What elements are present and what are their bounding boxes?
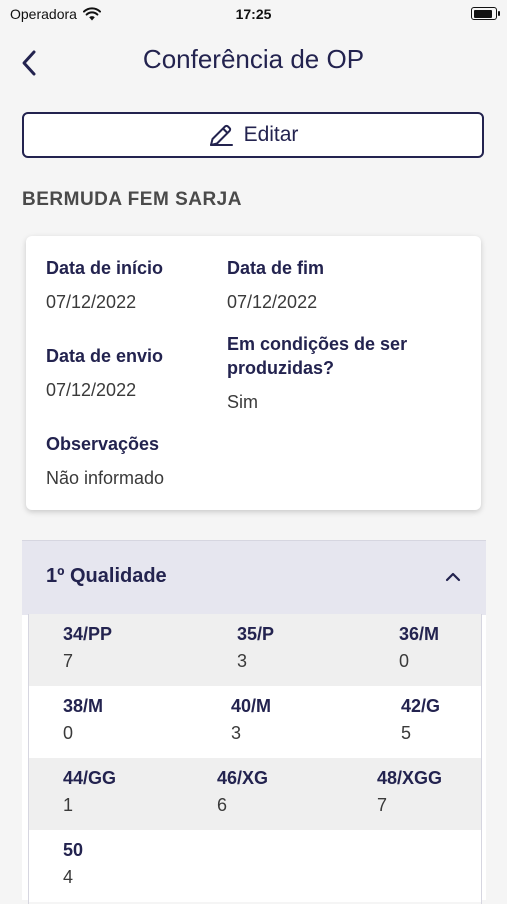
size-cell: 48/XGG 7 bbox=[377, 766, 442, 818]
size-quantity: 1 bbox=[63, 795, 74, 815]
size-label: 42/G bbox=[401, 696, 441, 716]
start-date-value: 07/12/2022 bbox=[46, 292, 137, 312]
size-label: 44/GG bbox=[63, 768, 117, 788]
size-label: 34/PP bbox=[63, 624, 113, 644]
size-quantity: 0 bbox=[63, 723, 74, 743]
product-name: BERMUDA FEM SARJA bbox=[22, 189, 242, 210]
battery-icon bbox=[471, 7, 500, 20]
quality-accordion: 1º Qualidade 34/PP 7 35/P 3 36/M 0 38/M 0 40/M 3 4… bbox=[22, 540, 486, 904]
size-label: 48/XGG bbox=[377, 768, 443, 788]
size-cell: 38/M 0 bbox=[63, 694, 103, 746]
navigation-bar: Conferência de OP bbox=[0, 40, 507, 82]
battery-level bbox=[473, 9, 492, 18]
end-date-label: Data de fim bbox=[227, 258, 325, 278]
size-row: 38/M 0 40/M 3 42/G 5 bbox=[29, 686, 481, 758]
quality-title: 1º Qualidade bbox=[46, 565, 167, 587]
size-label: 36/M bbox=[399, 624, 440, 644]
size-cell: 42/G 5 bbox=[401, 694, 440, 746]
status-time: 17:25 bbox=[235, 6, 272, 22]
end-date-value: 07/12/2022 bbox=[227, 292, 318, 312]
size-quantity: 3 bbox=[231, 723, 242, 743]
edit-button-label: Editar bbox=[243, 123, 299, 146]
size-label: 35/P bbox=[237, 624, 275, 644]
size-cell: 34/PP 7 bbox=[63, 622, 112, 674]
edit-button[interactable]: Editar bbox=[22, 112, 484, 158]
pencil-icon bbox=[209, 124, 233, 146]
quality-accordion-header[interactable]: 1º Qualidade bbox=[22, 540, 486, 615]
info-card: Data de início 07/12/2022 Data de fim 07… bbox=[26, 236, 481, 510]
notes-label: Observações bbox=[46, 434, 160, 454]
notes-value: Não informado bbox=[46, 468, 165, 488]
condition-label: Em condições de ser produzidas? bbox=[227, 334, 408, 378]
send-date-value: 07/12/2022 bbox=[46, 380, 137, 400]
size-cell: 36/M 0 bbox=[399, 622, 439, 674]
page-title: Conferência de OP bbox=[142, 44, 365, 74]
size-quantity: 4 bbox=[63, 867, 74, 887]
size-label: 50 bbox=[63, 840, 84, 860]
start-date-label: Data de início bbox=[46, 258, 164, 278]
quality-size-grid: 34/PP 7 35/P 3 36/M 0 38/M 0 40/M 3 42/G 5 44/GG 1 46/… bbox=[28, 614, 482, 904]
size-quantity: 5 bbox=[401, 723, 412, 743]
size-row: 44/GG 1 46/XG 6 48/XGG 7 bbox=[29, 758, 481, 830]
size-quantity: 7 bbox=[63, 651, 74, 671]
size-cell: 46/XG 6 bbox=[217, 766, 268, 818]
size-row: 34/PP 7 35/P 3 36/M 0 bbox=[29, 614, 481, 686]
send-date-label: Data de envio bbox=[46, 346, 164, 366]
size-quantity: 7 bbox=[377, 795, 388, 815]
size-label: 38/M bbox=[63, 696, 104, 716]
size-quantity: 6 bbox=[217, 795, 228, 815]
size-cell: 50 4 bbox=[63, 838, 83, 890]
size-cell: 44/GG 1 bbox=[63, 766, 116, 818]
size-label: 46/XG bbox=[217, 768, 269, 788]
size-row: 50 4 bbox=[29, 830, 481, 902]
size-quantity: 0 bbox=[399, 651, 410, 671]
status-bar: Operadora 17:25 bbox=[0, 0, 507, 28]
size-cell: 40/M 3 bbox=[231, 694, 271, 746]
size-quantity: 3 bbox=[237, 651, 248, 671]
condition-value: Sim bbox=[227, 392, 258, 412]
chevron-up-icon[interactable] bbox=[444, 569, 462, 583]
size-cell: 35/P 3 bbox=[237, 622, 274, 674]
size-label: 40/M bbox=[231, 696, 272, 716]
